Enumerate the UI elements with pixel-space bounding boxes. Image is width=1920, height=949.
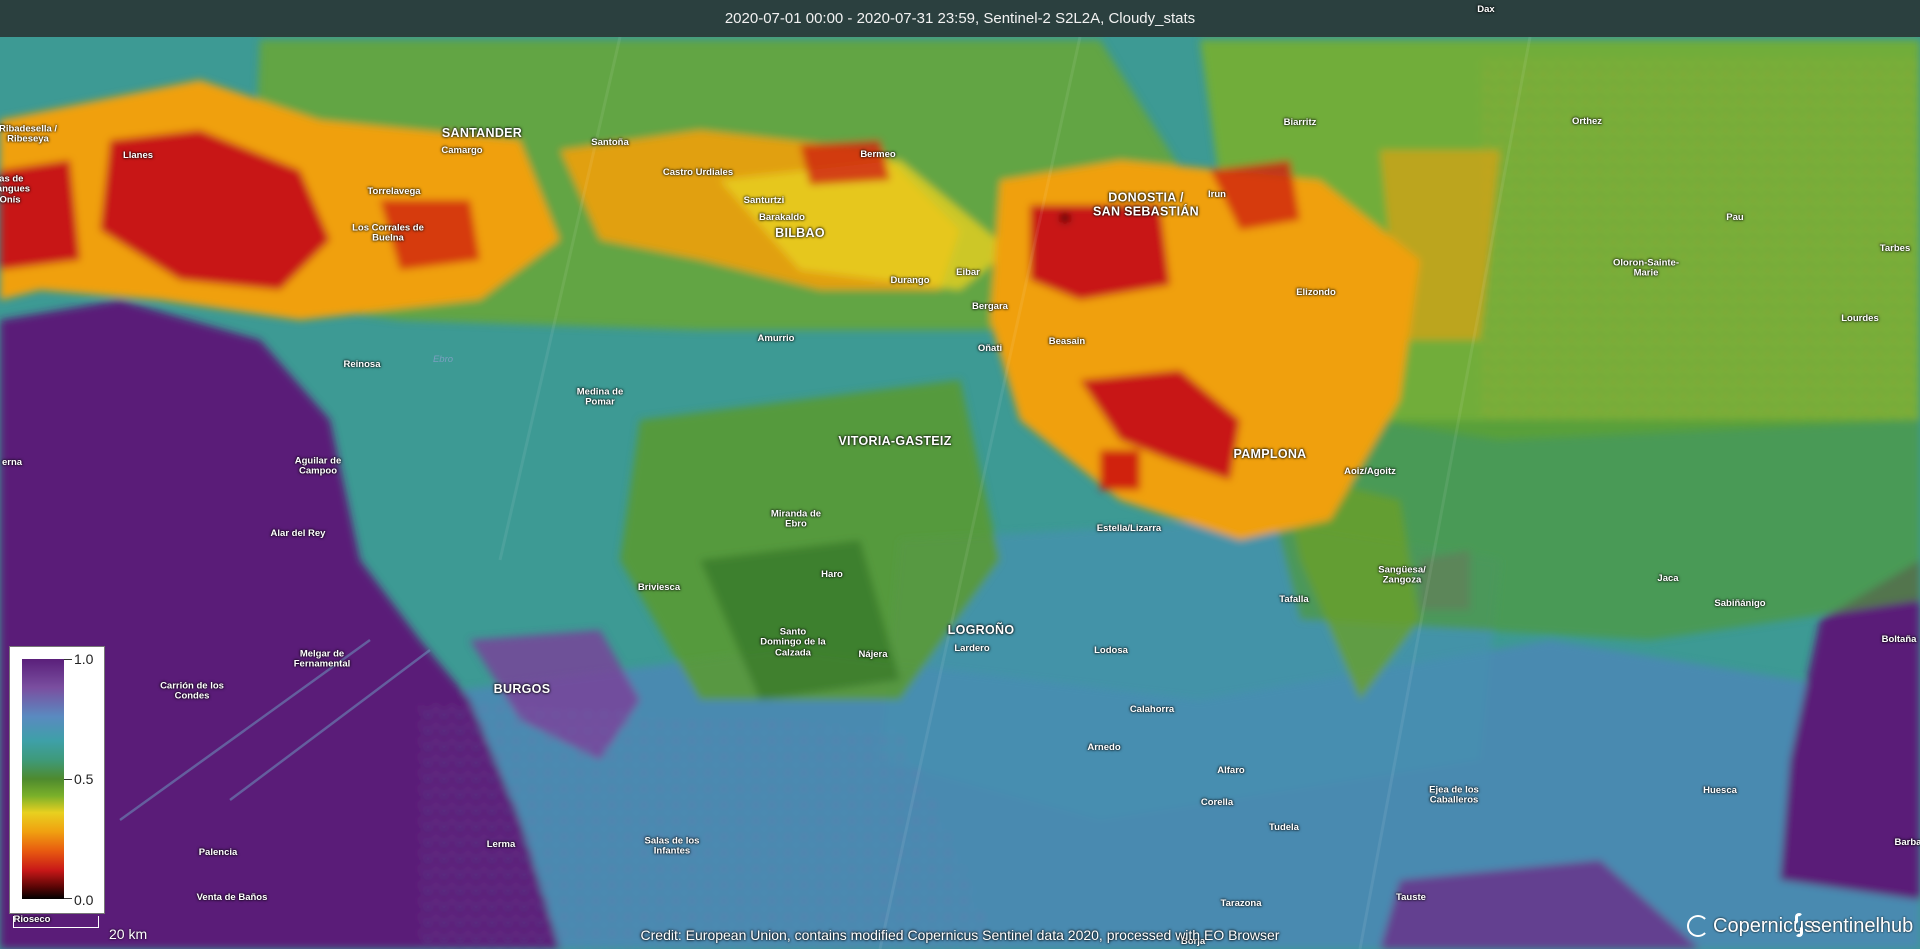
- place-label-melgar: Melgar de Fernamental: [293, 648, 351, 670]
- zone-black-spot: [1060, 213, 1070, 223]
- place-label-burgos: BURGOS: [493, 682, 551, 697]
- zone-red-pamplona-2: [1100, 450, 1140, 490]
- place-label-logrono: LOGROÑO: [947, 623, 1015, 638]
- place-label-ventadebanos: Venta de Baños: [196, 891, 268, 903]
- place-label-alfaro: Alfaro: [1217, 764, 1245, 776]
- sentinelhub-mark-icon: [1793, 913, 1805, 939]
- place-label-haro: Haro: [821, 568, 843, 580]
- place-label-corrales: Los Corrales de Buelna: [352, 222, 424, 244]
- place-label-tafalla: Tafalla: [1279, 593, 1309, 605]
- legend-label-max: 1.0: [74, 651, 94, 667]
- place-label-tarbes: Tarbes: [1879, 242, 1911, 254]
- place-label-sanguesa: Sangüesa/ Zangoza: [1378, 564, 1426, 586]
- legend-tick-mid: [64, 779, 72, 780]
- place-label-beasain: Beasain: [1048, 335, 1086, 347]
- place-label-carrion: Carrión de los Condes: [160, 680, 224, 702]
- sentinelhub-logo[interactable]: sentinelhub: [1793, 910, 1913, 942]
- place-label-jaca: Jaca: [1657, 572, 1679, 584]
- place-label-onati: Oñati: [977, 342, 1003, 354]
- place-label-santander: SANTANDER: [441, 126, 523, 141]
- place-label-miranda: Miranda de Ebro: [770, 508, 822, 530]
- cloud-fraction-layers: [0, 40, 1920, 949]
- zone-red-north-bilbao: [800, 140, 890, 185]
- place-label-barba: Barba: [1894, 836, 1920, 848]
- place-label-pau: Pau: [1726, 211, 1744, 223]
- legend-label-mid: 0.5: [74, 771, 94, 787]
- place-label-briviesca: Briviesca: [637, 581, 681, 593]
- place-label-reinosa: Reinosa: [343, 358, 381, 370]
- place-label-ribadesella: Ribadesella / Ribeseya: [0, 123, 58, 145]
- place-label-palencia: Palencia: [198, 846, 238, 858]
- place-label-orthez: Orthez: [1571, 115, 1603, 127]
- place-label-calahorra: Calahorra: [1129, 703, 1175, 715]
- place-label-llanes: Llanes: [122, 149, 154, 161]
- place-label-oloron: Oloron-Sainte- Marie: [1613, 257, 1679, 279]
- place-label-ebro: Ebro: [432, 353, 454, 365]
- place-label-castro: Castro Urdiales: [662, 166, 734, 178]
- place-label-ejea: Ejea de los Caballeros: [1429, 784, 1479, 806]
- place-label-lodosa: Lodosa: [1094, 644, 1128, 656]
- place-label-sabinanigo: Sabiñánigo: [1714, 597, 1766, 609]
- place-label-santurtzi: Santurtzi: [743, 194, 785, 206]
- place-label-barakaldo: Barakaldo: [759, 211, 805, 223]
- place-label-eibar: Eibar: [956, 266, 980, 278]
- place-label-biarritz: Biarritz: [1283, 116, 1317, 128]
- place-label-dax: Dax: [1477, 3, 1495, 15]
- legend-tick-max: [64, 659, 72, 660]
- place-label-camargo: Camargo: [441, 144, 483, 156]
- place-label-bermeo: Bermeo: [860, 148, 896, 160]
- map-title-bar: 2020-07-01 00:00 - 2020-07-31 23:59, Sen…: [0, 0, 1920, 37]
- legend-gradient: [22, 659, 64, 899]
- place-label-lerma: Lerma: [486, 838, 516, 850]
- place-label-tudela: Tudela: [1269, 821, 1299, 833]
- map-title: 2020-07-01 00:00 - 2020-07-31 23:59, Sen…: [724, 10, 1196, 27]
- place-label-pamplona: PAMPLONA: [1233, 447, 1307, 462]
- place-label-lourdes: Lourdes: [1841, 312, 1879, 324]
- place-label-tarazona: Tarazona: [1220, 897, 1262, 909]
- place-label-irun: Irun: [1208, 188, 1226, 200]
- place-label-santona: Santoña: [591, 136, 629, 148]
- place-label-santodomingo: Santo Domingo de la Calzada: [760, 626, 826, 659]
- place-label-arnedo: Arnedo: [1087, 741, 1121, 753]
- place-label-lardero: Lardero: [954, 642, 990, 654]
- place-label-bilbao: BILBAO: [775, 226, 825, 241]
- place-label-boltana: Boltaña: [1881, 633, 1917, 645]
- place-label-alar: Alar del Rey: [270, 527, 326, 539]
- credit-text: Credit: European Union, contains modifie…: [640, 927, 1280, 943]
- zone-orange-east-inland: [1380, 150, 1500, 340]
- cloudy-stats-map[interactable]: [0, 0, 1920, 949]
- place-label-aoiz: Aoiz/Agoitz: [1344, 465, 1396, 477]
- place-label-cangues: jas de Cangues Onís: [0, 173, 31, 206]
- place-label-tauste: Tauste: [1396, 891, 1426, 903]
- place-label-donostia: DONOSTIA / SAN SEBASTIÁN: [1093, 190, 1199, 218]
- place-label-medina: Medina de Pomar: [576, 386, 624, 408]
- sentinelhub-logo-text: sentinelhub: [1811, 914, 1914, 937]
- color-legend: 1.0 0.5 0.0: [9, 646, 105, 914]
- place-label-torrelavega: Torrelavega: [367, 185, 421, 197]
- place-label-aguilar: Aguilar de Campoo: [294, 455, 342, 477]
- place-label-nerna: erna: [1, 456, 23, 468]
- place-label-salas: Salas de los Infantes: [644, 835, 700, 857]
- place-label-vitoria: VITORIA-GASTEIZ: [838, 434, 952, 449]
- place-label-huesca: Huesca: [1703, 784, 1737, 796]
- zone-red-donostia: [1030, 205, 1170, 300]
- place-label-estella: Estella/Lizarra: [1096, 522, 1162, 534]
- zone-speckle-ne: [1480, 60, 1920, 420]
- place-label-najera: Nájera: [858, 648, 888, 660]
- place-label-bergara: Bergara: [972, 300, 1008, 312]
- legend-tick-min: [64, 898, 72, 899]
- place-label-corella: Corella: [1200, 796, 1234, 808]
- place-label-durango: Durango: [890, 274, 930, 286]
- copernicus-ring-icon: [1687, 915, 1709, 937]
- place-label-amurrio: Amurrio: [757, 332, 795, 344]
- legend-label-min: 0.0: [74, 892, 94, 908]
- place-label-elizondo: Elizondo: [1296, 286, 1336, 298]
